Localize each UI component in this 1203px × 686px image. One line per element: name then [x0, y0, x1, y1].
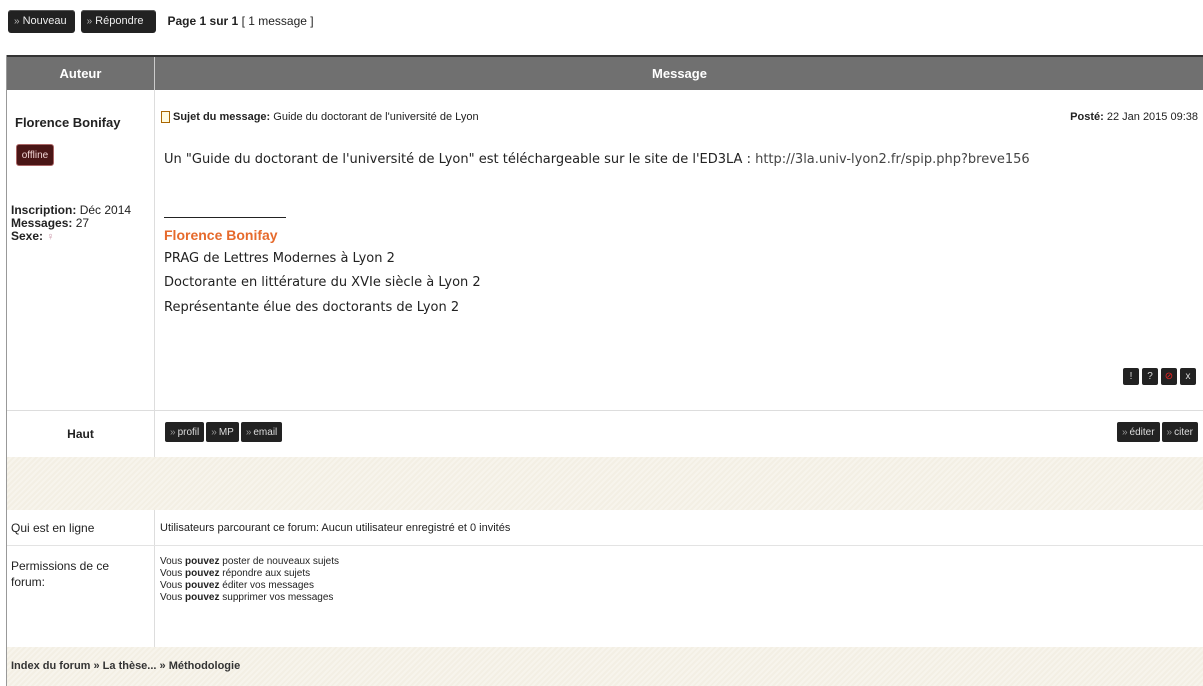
table-header: Auteur Message [7, 55, 1203, 90]
double-chevron-icon: » [14, 15, 20, 27]
column-divider [154, 90, 155, 457]
permissions-list: Vous pouvez poster de nouveaux sujets Vo… [160, 556, 339, 604]
edit-button[interactable]: » éditer [1116, 422, 1160, 442]
double-chevron-icon: » [86, 15, 93, 27]
subject-label: Sujet du message: [173, 111, 271, 123]
offline-badge: offline [16, 144, 54, 166]
online-label: Qui est en ligne [11, 521, 95, 535]
signature-line: Représentante élue des doctorants de Lyo… [164, 300, 460, 315]
pm-label: MP [218, 426, 234, 438]
topic-table: Auteur Message Florence Bonifay offline … [6, 55, 1203, 686]
report-button[interactable]: ! [1123, 368, 1139, 385]
subject-value: Guide du doctorant de l'université de Ly… [273, 111, 479, 123]
post-body-text: Un "Guide du doctorant de l'université d… [164, 152, 756, 167]
top-toolbar: » Nouveau » Répondre Page 1 sur 1 [ 1 me… [8, 9, 314, 33]
delete-button[interactable]: x [1180, 368, 1196, 385]
messages-value: 27 [75, 216, 90, 230]
profile-button[interactable]: » profil [165, 422, 205, 442]
post-document-icon[interactable] [161, 111, 170, 123]
new-topic-label: Nouveau [22, 15, 67, 27]
online-value: Utilisateurs parcourant ce forum: Aucun … [160, 522, 511, 534]
double-chevron-icon: » [245, 426, 252, 438]
reply-button[interactable]: » Répondre [80, 9, 156, 33]
post-date: Posté: 22 Jan 2015 09:38 [1070, 111, 1198, 123]
post-body-link[interactable]: http://3la.univ-lyon2.fr/spip.php?breve1… [755, 152, 1030, 167]
signature-line: PRAG de Lettres Modernes à Lyon 2 [164, 251, 395, 266]
messages-label: Messages: [11, 216, 73, 230]
column-divider [154, 510, 155, 647]
double-chevron-icon: » [211, 426, 217, 438]
row-separator [7, 410, 1203, 411]
pagination: Page 1 sur 1 [ 1 message ] [168, 14, 314, 28]
info-button[interactable]: ? [1142, 368, 1158, 385]
post-subject: Sujet du message: Guide du doctorant de … [161, 111, 479, 123]
row-separator [7, 545, 1203, 546]
spacer-stripe [7, 457, 1203, 510]
quote-label: citer [1174, 426, 1193, 438]
email-button[interactable]: » email [240, 422, 283, 442]
post-body: Un "Guide du doctorant de l'université d… [164, 152, 1030, 167]
reply-label: Répondre [95, 15, 144, 27]
breadcrumb[interactable]: Index du forum » La thèse... » Méthodolo… [11, 660, 240, 672]
permission-line: Vous pouvez répondre aux sujets [160, 568, 311, 579]
inscription-label: Inscription: [11, 203, 77, 217]
permissions-label: Permissions de ce forum: [11, 559, 110, 589]
ban-button[interactable]: ⊘ [1161, 368, 1177, 385]
posted-label: Posté: [1070, 111, 1104, 123]
message-count: [ 1 message ] [241, 14, 314, 28]
post-actions: ! ? ⊘ x [1123, 368, 1196, 385]
author-contact-buttons: » profil » MP » email [165, 422, 283, 442]
author-name[interactable]: Florence Bonifay [15, 115, 120, 130]
permission-line: Vous pouvez supprimer vos messages [160, 592, 334, 603]
edit-label: éditer [1129, 426, 1155, 438]
signature-name: Florence Bonifay [164, 227, 278, 243]
email-label: email [253, 426, 278, 438]
female-icon: ♀ [46, 231, 55, 243]
author-column-header: Auteur [7, 57, 155, 90]
posted-value: 22 Jan 2015 09:38 [1106, 111, 1198, 123]
quote-button[interactable]: » citer [1161, 422, 1198, 442]
inscription-value: Déc 2014 [79, 203, 132, 217]
permission-line: Vous pouvez éditer vos messages [160, 580, 314, 591]
double-chevron-icon: » [1166, 426, 1173, 438]
double-chevron-icon: » [170, 426, 176, 438]
double-chevron-icon: » [1121, 426, 1128, 438]
permission-line: Vous pouvez poster de nouveaux sujets [160, 556, 340, 567]
author-stats: Inscription: Déc 2014 Messages: 27 Sexe:… [11, 204, 131, 244]
signature-divider [164, 217, 286, 218]
sex-label: Sexe: [11, 229, 44, 243]
signature-line: Doctorante en littérature du XVIe siècle… [164, 275, 481, 290]
pm-button[interactable]: » MP [206, 422, 239, 442]
back-to-top-link[interactable]: Haut [7, 412, 154, 456]
profile-label: profil [177, 426, 200, 438]
page-indicator: Page 1 sur 1 [167, 14, 239, 28]
post-edit-buttons: » éditer » citer [1116, 422, 1198, 442]
message-column-header: Message [652, 66, 707, 81]
new-topic-button[interactable]: » Nouveau [8, 9, 75, 33]
